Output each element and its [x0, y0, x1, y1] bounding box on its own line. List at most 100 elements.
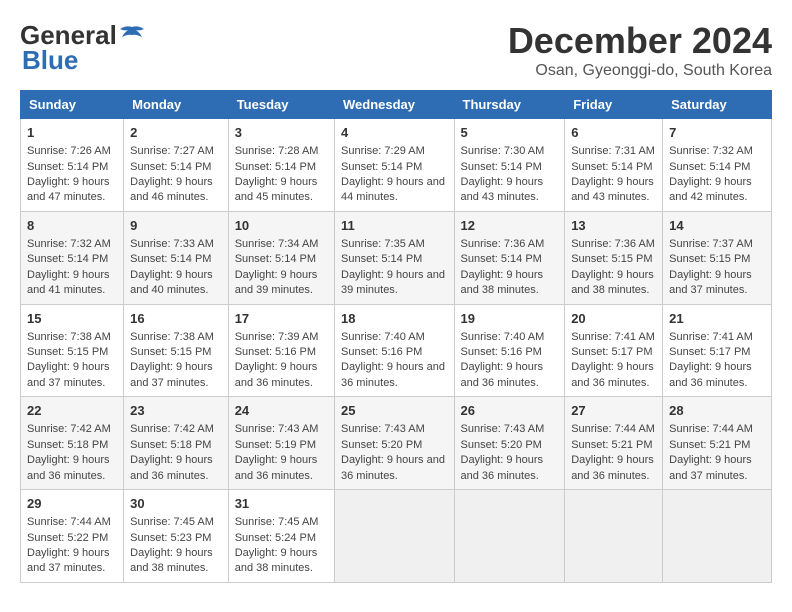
day-info: Sunrise: 7:38 AMSunset: 5:15 PMDaylight:… [130, 331, 214, 389]
day-number: 9 [130, 217, 222, 235]
day-number: 26 [461, 402, 559, 420]
table-row: 6Sunrise: 7:31 AMSunset: 5:14 PMDaylight… [565, 119, 663, 212]
table-row: 17 Sunrise: 7:39 AMSunset: 5:16 PMDayligh… [228, 304, 334, 397]
day-info: Sunrise: 7:41 AMSunset: 5:17 PMDaylight:… [571, 331, 655, 389]
table-row: 12 Sunrise: 7:36 AMSunset: 5:14 PMDayligh… [454, 211, 565, 304]
table-row: 8 Sunrise: 7:32 AMSunset: 5:14 PMDaylight… [21, 211, 124, 304]
table-row: 11 Sunrise: 7:35 AMSunset: 5:14 PMDayligh… [335, 211, 455, 304]
day-number: 15 [27, 310, 117, 328]
day-info: Sunrise: 7:27 AMSunset: 5:14 PMDaylight:… [130, 145, 214, 203]
location-title: Osan, Gyeonggi-do, South Korea [508, 62, 772, 80]
col-tuesday: Tuesday [228, 91, 334, 119]
day-number: 11 [341, 217, 448, 235]
day-info: Sunrise: 7:37 AMSunset: 5:15 PMDaylight:… [669, 238, 753, 296]
day-info: Sunrise: 7:43 AMSunset: 5:19 PMDaylight:… [235, 423, 319, 481]
calendar-row-2: 8 Sunrise: 7:32 AMSunset: 5:14 PMDaylight… [21, 211, 772, 304]
calendar-row-4: 22 Sunrise: 7:42 AMSunset: 5:18 PMDayligh… [21, 397, 772, 490]
day-info: Sunrise: 7:45 AMSunset: 5:24 PMDaylight:… [235, 516, 319, 574]
table-row: 14Sunrise: 7:37 AMSunset: 5:15 PMDayligh… [663, 211, 772, 304]
day-number: 23 [130, 402, 222, 420]
day-number: 28 [669, 402, 765, 420]
table-row: 10Sunrise: 7:34 AMSunset: 5:14 PMDayligh… [228, 211, 334, 304]
logo-bird-icon [118, 25, 146, 47]
day-info: Sunrise: 7:40 AMSunset: 5:16 PMDaylight:… [461, 331, 545, 389]
day-info: Sunrise: 7:35 AMSunset: 5:14 PMDaylight:… [341, 238, 445, 296]
col-friday: Friday [565, 91, 663, 119]
table-row: 19 Sunrise: 7:40 AMSunset: 5:16 PMDayligh… [454, 304, 565, 397]
day-info: Sunrise: 7:40 AMSunset: 5:16 PMDaylight:… [341, 331, 445, 389]
day-number: 16 [130, 310, 222, 328]
day-number: 17 [235, 310, 328, 328]
table-row [335, 490, 455, 583]
table-row: 16 Sunrise: 7:38 AMSunset: 5:15 PMDayligh… [124, 304, 229, 397]
day-info: Sunrise: 7:36 AMSunset: 5:14 PMDaylight:… [461, 238, 545, 296]
table-row: 30 Sunrise: 7:45 AMSunset: 5:23 PMDayligh… [124, 490, 229, 583]
day-info: Sunrise: 7:42 AMSunset: 5:18 PMDaylight:… [27, 423, 111, 481]
day-info: Sunrise: 7:44 AMSunset: 5:21 PMDaylight:… [571, 423, 655, 481]
day-info: Sunrise: 7:39 AMSunset: 5:16 PMDaylight:… [235, 331, 319, 389]
table-row [663, 490, 772, 583]
col-saturday: Saturday [663, 91, 772, 119]
logo-image: General Blue [20, 20, 147, 76]
calendar-row-5: 29 Sunrise: 7:44 AMSunset: 5:22 PMDayligh… [21, 490, 772, 583]
day-info: Sunrise: 7:43 AMSunset: 5:20 PMDaylight:… [461, 423, 545, 481]
day-number: 27 [571, 402, 656, 420]
table-row: 7Sunrise: 7:32 AMSunset: 5:14 PMDaylight… [663, 119, 772, 212]
page-container: General Blue December 2024 Osan, Gyeongg… [20, 20, 772, 583]
table-row: 23 Sunrise: 7:42 AMSunset: 5:18 PMDayligh… [124, 397, 229, 490]
calendar-header-row: Sunday Monday Tuesday Wednesday Thursday… [21, 91, 772, 119]
day-info: Sunrise: 7:32 AMSunset: 5:14 PMDaylight:… [27, 238, 111, 296]
day-number: 12 [461, 217, 559, 235]
day-number: 5 [461, 124, 559, 142]
table-row: 5 Sunrise: 7:30 AMSunset: 5:14 PMDaylight… [454, 119, 565, 212]
table-row: 1Sunrise: 7:26 AMSunset: 5:14 PMDaylight… [21, 119, 124, 212]
day-number: 13 [571, 217, 656, 235]
table-row: 4Sunrise: 7:29 AMSunset: 5:14 PMDaylight… [335, 119, 455, 212]
day-number: 24 [235, 402, 328, 420]
day-number: 2 [130, 124, 222, 142]
table-row: 28 Sunrise: 7:44 AMSunset: 5:21 PMDayligh… [663, 397, 772, 490]
table-row: 26 Sunrise: 7:43 AMSunset: 5:20 PMDayligh… [454, 397, 565, 490]
table-row: 25Sunrise: 7:43 AMSunset: 5:20 PMDayligh… [335, 397, 455, 490]
calendar-table: Sunday Monday Tuesday Wednesday Thursday… [20, 90, 772, 583]
col-wednesday: Wednesday [335, 91, 455, 119]
day-number: 1 [27, 124, 117, 142]
day-info: Sunrise: 7:28 AMSunset: 5:14 PMDaylight:… [235, 145, 319, 203]
logo-blue: Blue [22, 45, 78, 76]
day-number: 22 [27, 402, 117, 420]
header: General Blue December 2024 Osan, Gyeongg… [20, 20, 772, 80]
table-row: 15 Sunrise: 7:38 AMSunset: 5:15 PMDayligh… [21, 304, 124, 397]
day-info: Sunrise: 7:38 AMSunset: 5:15 PMDaylight:… [27, 331, 111, 389]
day-info: Sunrise: 7:45 AMSunset: 5:23 PMDaylight:… [130, 516, 214, 574]
table-row: 2 Sunrise: 7:27 AMSunset: 5:14 PMDaylight… [124, 119, 229, 212]
table-row: 22 Sunrise: 7:42 AMSunset: 5:18 PMDayligh… [21, 397, 124, 490]
col-sunday: Sunday [21, 91, 124, 119]
day-number: 29 [27, 495, 117, 513]
title-section: December 2024 Osan, Gyeonggi-do, South K… [508, 20, 772, 80]
day-info: Sunrise: 7:44 AMSunset: 5:22 PMDaylight:… [27, 516, 111, 574]
table-row: 20Sunrise: 7:41 AMSunset: 5:17 PMDayligh… [565, 304, 663, 397]
day-info: Sunrise: 7:36 AMSunset: 5:15 PMDaylight:… [571, 238, 655, 296]
day-info: Sunrise: 7:43 AMSunset: 5:20 PMDaylight:… [341, 423, 445, 481]
day-number: 8 [27, 217, 117, 235]
day-info: Sunrise: 7:30 AMSunset: 5:14 PMDaylight:… [461, 145, 545, 203]
day-info: Sunrise: 7:42 AMSunset: 5:18 PMDaylight:… [130, 423, 214, 481]
table-row [454, 490, 565, 583]
day-info: Sunrise: 7:31 AMSunset: 5:14 PMDaylight:… [571, 145, 655, 203]
day-info: Sunrise: 7:44 AMSunset: 5:21 PMDaylight:… [669, 423, 753, 481]
day-info: Sunrise: 7:34 AMSunset: 5:14 PMDaylight:… [235, 238, 319, 296]
table-row: 9 Sunrise: 7:33 AMSunset: 5:14 PMDaylight… [124, 211, 229, 304]
table-row: 27 Sunrise: 7:44 AMSunset: 5:21 PMDayligh… [565, 397, 663, 490]
day-number: 7 [669, 124, 765, 142]
logo: General Blue [20, 20, 147, 76]
day-number: 3 [235, 124, 328, 142]
day-info: Sunrise: 7:33 AMSunset: 5:14 PMDaylight:… [130, 238, 214, 296]
calendar-row-1: 1Sunrise: 7:26 AMSunset: 5:14 PMDaylight… [21, 119, 772, 212]
table-row: 24 Sunrise: 7:43 AMSunset: 5:19 PMDayligh… [228, 397, 334, 490]
day-number: 30 [130, 495, 222, 513]
day-info: Sunrise: 7:41 AMSunset: 5:17 PMDaylight:… [669, 331, 753, 389]
col-monday: Monday [124, 91, 229, 119]
day-number: 19 [461, 310, 559, 328]
calendar-body: 1Sunrise: 7:26 AMSunset: 5:14 PMDaylight… [21, 119, 772, 583]
calendar-row-3: 15 Sunrise: 7:38 AMSunset: 5:15 PMDayligh… [21, 304, 772, 397]
